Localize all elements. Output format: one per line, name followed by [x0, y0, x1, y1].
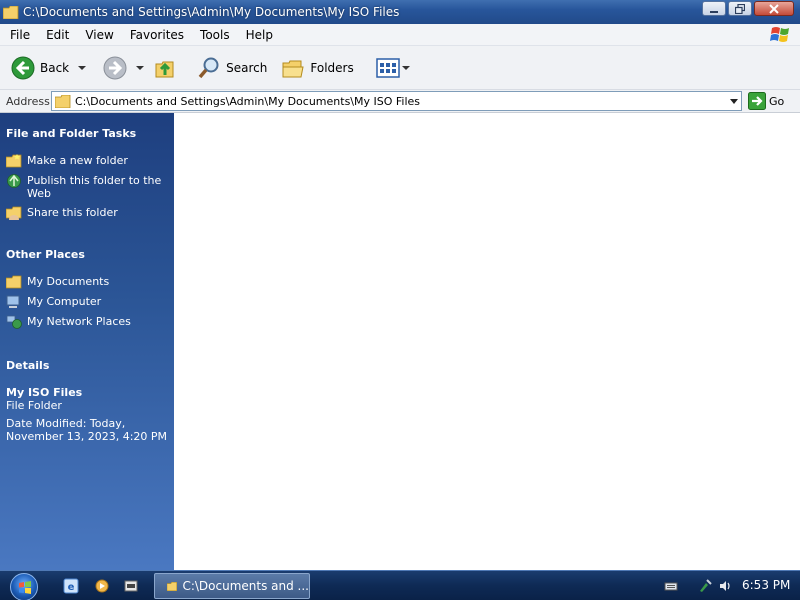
menu-file[interactable]: File	[0, 25, 38, 45]
place-label: My Network Places	[27, 315, 131, 328]
search-icon	[198, 57, 219, 78]
address-input[interactable]: C:\Documents and Settings\Admin\My Docum…	[51, 91, 742, 111]
forward-dropdown-icon[interactable]	[136, 65, 145, 70]
up-folder-button[interactable]	[150, 50, 180, 86]
taskbar: e C:\Documents and ... 6:53 PM	[0, 570, 800, 600]
back-button[interactable]: Back	[8, 50, 72, 86]
menu-tools[interactable]: Tools	[192, 25, 238, 45]
task-label: Publish this folder to the Web	[27, 174, 162, 200]
go-arrow-icon	[748, 92, 766, 110]
taskbar-window-label: C:\Documents and ...	[182, 579, 309, 593]
folder-icon	[55, 94, 71, 108]
address-value: C:\Documents and Settings\Admin\My Docum…	[75, 94, 421, 108]
other-places-section: Other Places My Documents My Computer My…	[6, 248, 170, 329]
volume-icon[interactable]	[718, 579, 732, 593]
minimize-icon	[710, 10, 718, 13]
close-icon	[769, 3, 779, 14]
windows-logo-icon	[770, 27, 789, 42]
menu-favorites[interactable]: Favorites	[122, 25, 192, 45]
movie-maker-icon[interactable]	[123, 578, 139, 594]
keyboard-icon[interactable]	[664, 579, 678, 593]
menu-help[interactable]: Help	[238, 25, 281, 45]
up-folder-icon	[155, 61, 174, 77]
address-dropdown-icon[interactable]	[730, 99, 738, 104]
computer-icon	[6, 295, 20, 308]
details-section: Details My ISO Files File Folder Date Mo…	[6, 359, 170, 443]
folder-icon	[167, 581, 178, 591]
details-modified: Date Modified: Today, November 13, 2023,…	[6, 417, 168, 443]
views-dropdown-icon	[401, 65, 410, 70]
details-name: My ISO Files	[6, 386, 83, 399]
address-bar: Address C:\Documents and Settings\Admin\…	[0, 90, 800, 113]
place-my-network-places[interactable]: My Network Places	[6, 315, 170, 329]
search-button[interactable]: Search	[194, 50, 270, 86]
place-label: My Documents	[27, 275, 110, 288]
restore-icon	[735, 3, 745, 14]
menu-bar: File Edit View Favorites Tools Help	[0, 24, 800, 46]
search-label: Search	[226, 60, 268, 75]
network-icon	[6, 315, 22, 329]
menu-view[interactable]: View	[77, 25, 121, 45]
taskbar-clock[interactable]: 6:53 PM	[742, 578, 790, 592]
folder-icon	[6, 275, 22, 289]
restore-button[interactable]	[728, 1, 752, 16]
folders-icon	[282, 60, 304, 77]
new-folder-icon	[6, 154, 22, 168]
back-dropdown-icon[interactable]	[78, 65, 87, 70]
place-label: My Computer	[27, 295, 102, 308]
task-pane: File and Folder Tasks Make a new folder …	[0, 113, 174, 570]
place-my-documents[interactable]: My Documents	[6, 275, 170, 289]
task-publish-folder-web[interactable]: Publish this folder to the Web	[6, 174, 170, 200]
views-icon	[375, 57, 400, 78]
back-arrow-icon	[11, 56, 35, 79]
details-title[interactable]: Details	[6, 359, 170, 372]
task-share-folder[interactable]: Share this folder	[6, 206, 170, 220]
taskbar-window-button[interactable]: C:\Documents and ...	[154, 573, 310, 599]
forward-button[interactable]	[100, 50, 130, 86]
details-type: File Folder	[6, 399, 62, 412]
task-label: Share this folder	[27, 206, 118, 219]
task-make-new-folder[interactable]: Make a new folder	[6, 154, 170, 168]
windows-logo-icon	[19, 581, 31, 594]
menu-edit[interactable]: Edit	[38, 25, 77, 45]
folders-button[interactable]: Folders	[278, 50, 356, 86]
task-label: Make a new folder	[27, 154, 128, 167]
close-button[interactable]	[754, 1, 794, 16]
back-label: Back	[40, 60, 70, 75]
views-button[interactable]	[373, 50, 413, 86]
forward-arrow-icon	[103, 56, 127, 79]
folder-icon	[3, 5, 19, 19]
publish-web-icon	[7, 174, 21, 188]
toolbar: Back Search Folders	[0, 46, 800, 90]
file-folder-tasks-title[interactable]: File and Folder Tasks	[6, 127, 170, 140]
start-button[interactable]	[10, 573, 38, 600]
share-folder-icon	[6, 206, 22, 220]
address-label: Address	[6, 94, 50, 108]
folder-content-area[interactable]	[174, 113, 800, 570]
file-folder-tasks-section: File and Folder Tasks Make a new folder …	[6, 127, 170, 220]
minimize-button[interactable]	[702, 1, 726, 16]
svg-text:e: e	[68, 582, 75, 593]
title-bar[interactable]: C:\Documents and Settings\Admin\My Docum…	[0, 0, 800, 24]
window-title: C:\Documents and Settings\Admin\My Docum…	[23, 5, 400, 19]
media-player-icon[interactable]	[94, 578, 110, 594]
go-label: Go	[769, 94, 785, 108]
place-my-computer[interactable]: My Computer	[6, 295, 170, 309]
other-places-title[interactable]: Other Places	[6, 248, 170, 261]
folders-label: Folders	[310, 60, 354, 75]
go-button[interactable]: Go	[748, 91, 794, 111]
safely-remove-hardware-icon[interactable]	[698, 579, 712, 593]
internet-explorer-icon[interactable]: e	[63, 578, 79, 594]
